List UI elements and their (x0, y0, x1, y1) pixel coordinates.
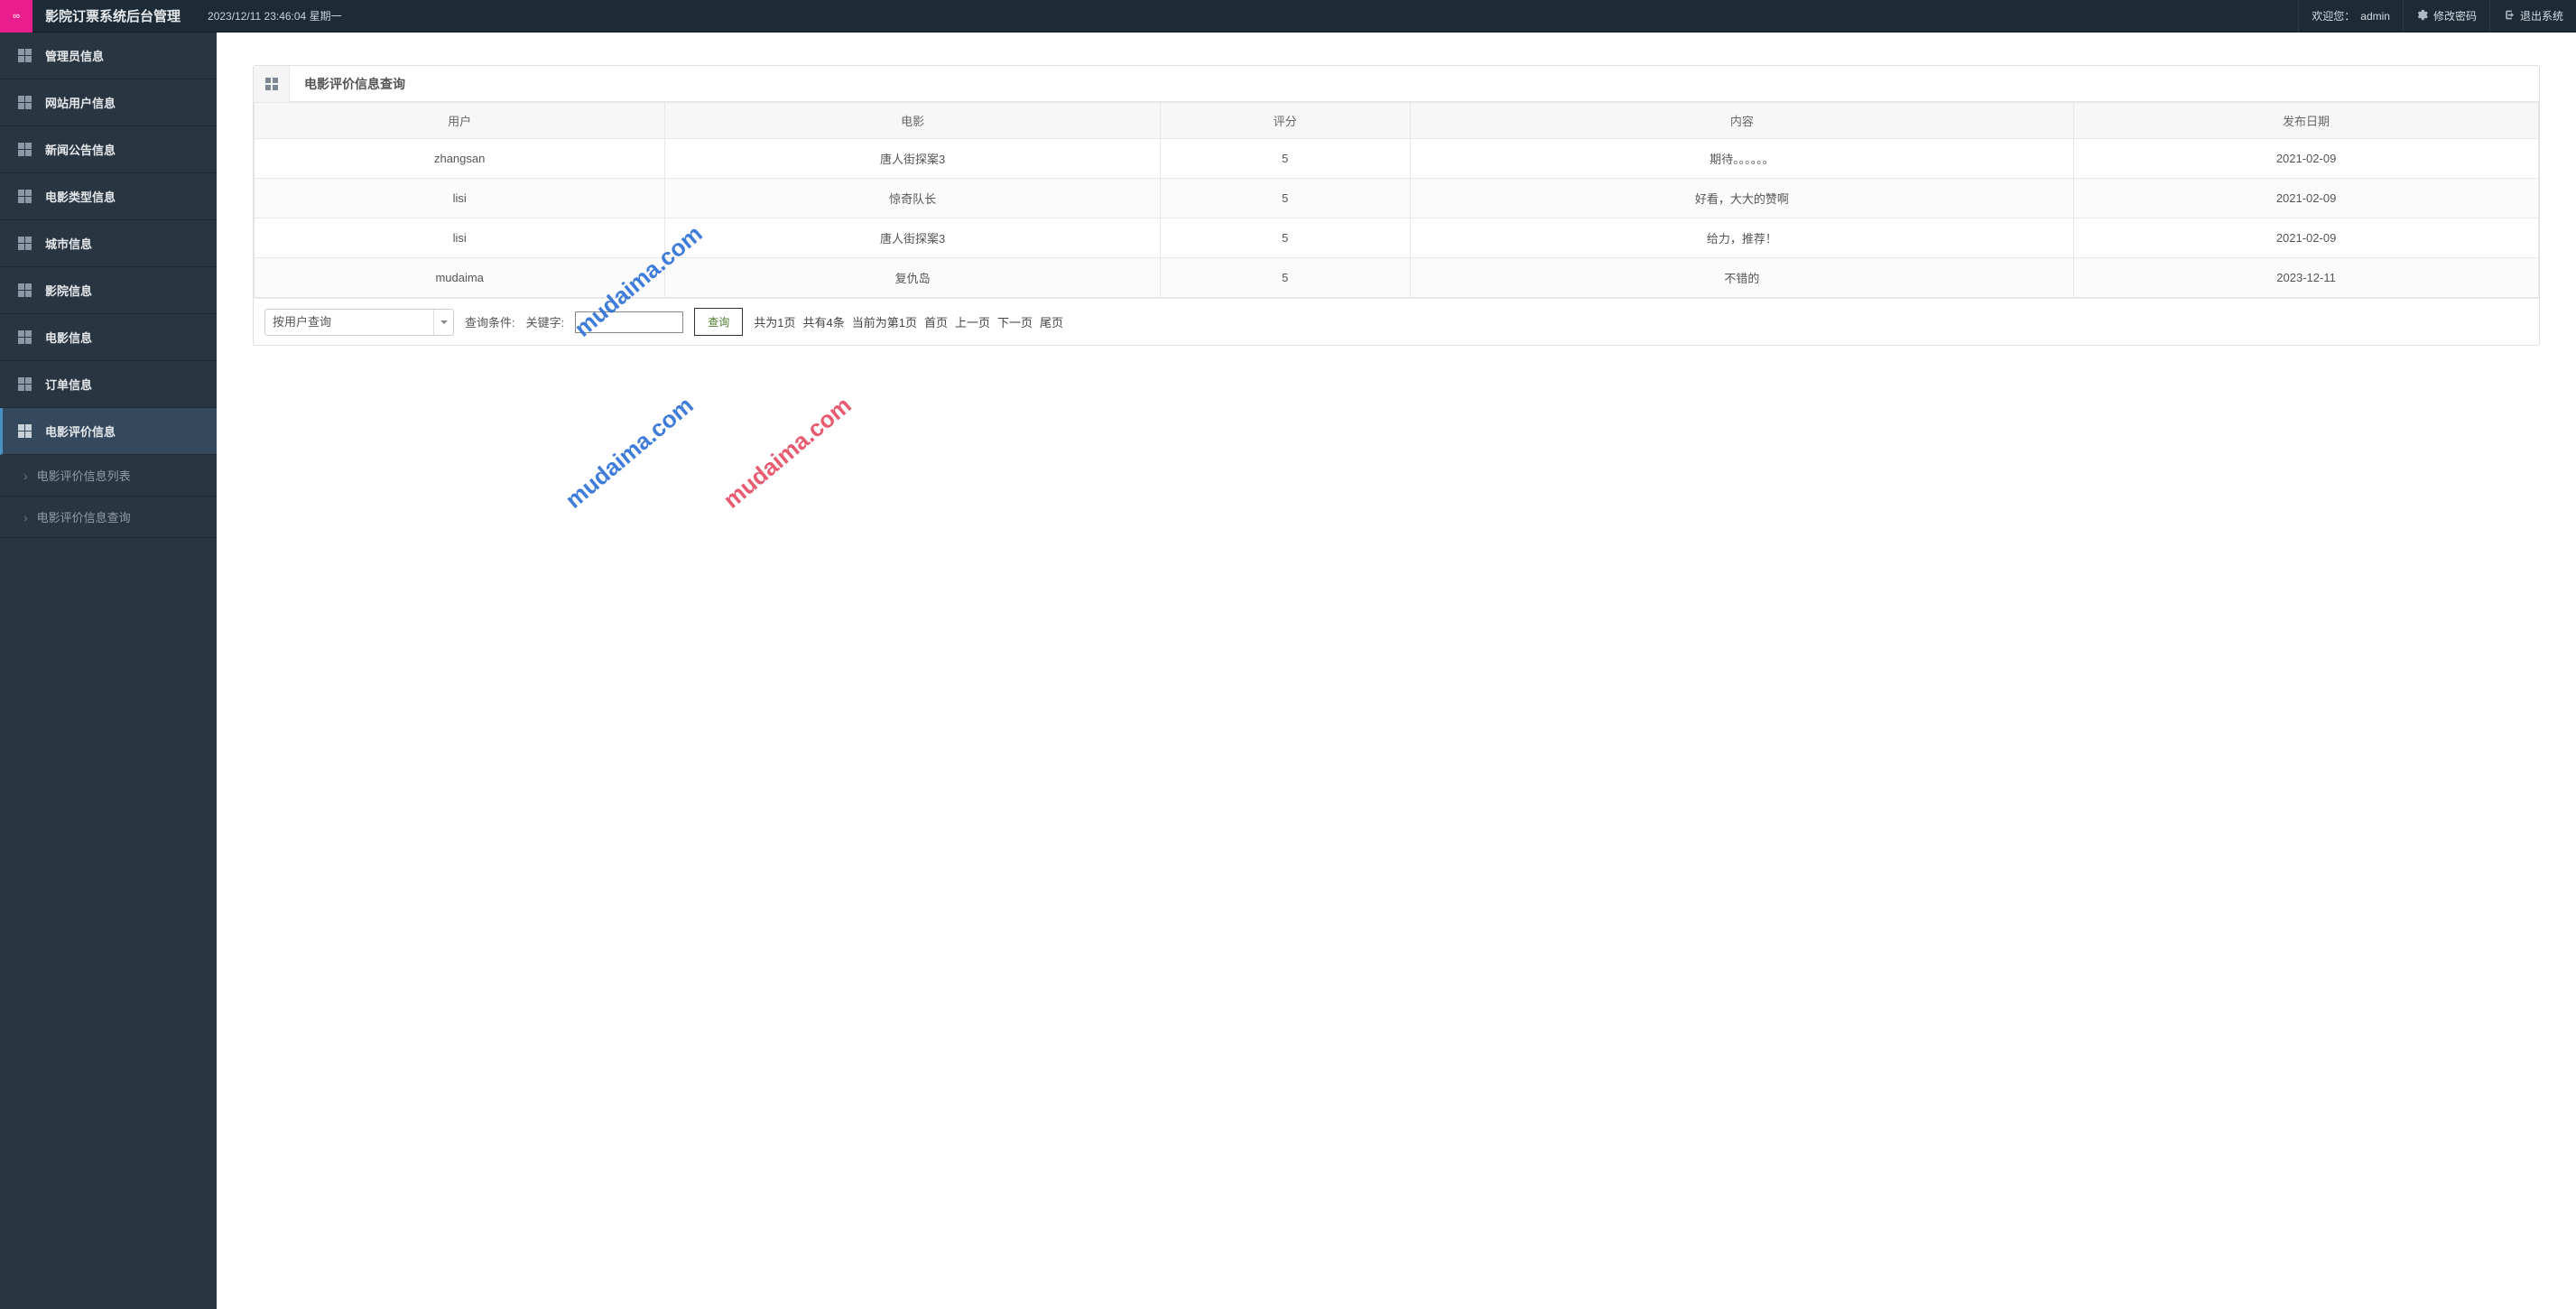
cell-score: 5 (1160, 139, 1410, 179)
welcome-prefix: 欢迎您： (2312, 8, 2355, 23)
sidebar-item-label: 管理员信息 (45, 47, 104, 64)
results-table: 用户 电影 评分 内容 发布日期 zhangsan 唐人街探案3 5 期待。。。… (254, 102, 2539, 298)
welcome-label: 欢迎您： admin (2298, 0, 2403, 32)
current-page: 当前为第1页 (852, 313, 917, 330)
cell-date: 2021-02-09 (2074, 218, 2539, 258)
grid-icon (18, 49, 32, 63)
sidebar-item-movies[interactable]: 电影信息 (0, 314, 217, 361)
cell-movie: 唐人街探案3 (665, 218, 1161, 258)
sidebar-item-reviews[interactable]: 电影评价信息 (0, 408, 217, 455)
col-date: 发布日期 (2074, 103, 2539, 139)
page-next[interactable]: 下一页 (997, 313, 1033, 330)
cell-content: 好看，大大的赞啊 (1410, 179, 2074, 218)
cell-movie: 惊奇队长 (665, 179, 1161, 218)
page-first[interactable]: 首页 (924, 313, 948, 330)
sidebar-item-label: 电影评价信息 (45, 422, 116, 440)
panel-title: 电影评价信息查询 (290, 75, 420, 93)
sidebar-item-label: 新闻公告信息 (45, 141, 116, 158)
table-row: lisi 唐人街探案3 5 给力，推荐！ 2021-02-09 (255, 218, 2539, 258)
main-content: 电影评价信息查询 用户 电影 评分 内容 发布日期 zhangsan 唐人街探案… (217, 32, 2576, 1309)
sidebar-sub-label: 电影评价信息查询 (37, 508, 131, 525)
col-score: 评分 (1160, 103, 1410, 139)
cell-score: 5 (1160, 218, 1410, 258)
sidebar-item-cinemas[interactable]: 影院信息 (0, 267, 217, 314)
query-button[interactable]: 查询 (694, 308, 743, 336)
cell-user: mudaima (255, 258, 665, 298)
welcome-user: admin (2360, 10, 2390, 23)
grid-icon (18, 96, 32, 110)
col-content: 内容 (1410, 103, 2074, 139)
sidebar-item-label: 订单信息 (45, 376, 92, 393)
cell-date: 2023-12-11 (2074, 258, 2539, 298)
sidebar-item-news[interactable]: 新闻公告信息 (0, 126, 217, 173)
change-password-button[interactable]: 修改密码 (2403, 0, 2489, 32)
app-header: ∞ 影院订票系统后台管理 2023/12/11 23:46:04 星期一 欢迎您… (0, 0, 2576, 32)
logout-button[interactable]: 退出系统 (2489, 0, 2576, 32)
results-panel: 电影评价信息查询 用户 电影 评分 内容 发布日期 zhangsan 唐人街探案… (253, 65, 2540, 346)
cell-score: 5 (1160, 258, 1410, 298)
gear-icon (2416, 9, 2428, 23)
watermark-text: mudaima.com (718, 391, 857, 514)
sidebar-item-label: 电影类型信息 (45, 188, 116, 205)
query-type-select[interactable]: 按用户查询 (264, 309, 454, 336)
sidebar-item-label: 网站用户信息 (45, 94, 116, 111)
grid-icon (18, 190, 32, 204)
cell-content: 给力，推荐！ (1410, 218, 2074, 258)
grid-icon (18, 143, 32, 157)
sidebar: 管理员信息 网站用户信息 新闻公告信息 电影类型信息 城市信息 影院信息 电影信… (0, 32, 217, 1309)
record-total: 共有4条 (803, 313, 845, 330)
keyword-input[interactable] (575, 311, 683, 333)
table-header-row: 用户 电影 评分 内容 发布日期 (255, 103, 2539, 139)
cell-user: lisi (255, 218, 665, 258)
cell-date: 2021-02-09 (2074, 179, 2539, 218)
header-datetime: 2023/12/11 23:46:04 星期一 (193, 8, 357, 23)
panel-header: 电影评价信息查询 (254, 66, 2539, 102)
cell-movie: 唐人街探案3 (665, 139, 1161, 179)
watermark-text: mudaima.com (560, 391, 699, 514)
page-prev[interactable]: 上一页 (955, 313, 990, 330)
sidebar-item-admin[interactable]: 管理员信息 (0, 32, 217, 79)
sidebar-item-orders[interactable]: 订单信息 (0, 361, 217, 408)
grid-icon (18, 283, 32, 298)
cell-date: 2021-02-09 (2074, 139, 2539, 179)
table-row: lisi 惊奇队长 5 好看，大大的赞啊 2021-02-09 (255, 179, 2539, 218)
sidebar-item-cities[interactable]: 城市信息 (0, 220, 217, 267)
grid-icon (254, 66, 290, 102)
sidebar-item-users[interactable]: 网站用户信息 (0, 79, 217, 126)
brand-title: 影院订票系统后台管理 (32, 6, 193, 25)
page-last[interactable]: 尾页 (1040, 313, 1063, 330)
sidebar-item-label: 城市信息 (45, 235, 92, 252)
sidebar-item-label: 电影信息 (45, 329, 92, 346)
brand-logo: ∞ (0, 0, 32, 32)
cell-user: lisi (255, 179, 665, 218)
page-total: 共为1页 (754, 313, 795, 330)
col-movie: 电影 (665, 103, 1161, 139)
sidebar-sub-review-list[interactable]: 电影评价信息列表 (0, 455, 217, 497)
cell-content: 不错的 (1410, 258, 2074, 298)
sidebar-sub-label: 电影评价信息列表 (37, 467, 131, 484)
query-toolbar: 按用户查询 查询条件: 关键字: 查询 共为1页 共有4条 当前为第1页 首页 … (254, 298, 2539, 345)
table-row: mudaima 复仇岛 5 不错的 2023-12-11 (255, 258, 2539, 298)
sidebar-item-label: 影院信息 (45, 282, 92, 299)
cell-content: 期待。。。。。。 (1410, 139, 2074, 179)
cell-user: zhangsan (255, 139, 665, 179)
grid-icon (18, 237, 32, 251)
query-cond-label: 查询条件: (465, 313, 515, 330)
logout-label: 退出系统 (2520, 8, 2563, 23)
table-row: zhangsan 唐人街探案3 5 期待。。。。。。 2021-02-09 (255, 139, 2539, 179)
pagination: 共为1页 共有4条 当前为第1页 首页 上一页 下一页 尾页 (754, 313, 1063, 330)
logout-icon (2503, 9, 2515, 23)
cell-score: 5 (1160, 179, 1410, 218)
grid-icon (18, 377, 32, 392)
change-password-label: 修改密码 (2433, 8, 2477, 23)
col-user: 用户 (255, 103, 665, 139)
sidebar-sub-review-query[interactable]: 电影评价信息查询 (0, 497, 217, 538)
keyword-label: 关键字: (526, 313, 565, 330)
query-type-select-wrap: 按用户查询 (264, 309, 454, 336)
cell-movie: 复仇岛 (665, 258, 1161, 298)
grid-icon (18, 330, 32, 345)
sidebar-item-movie-types[interactable]: 电影类型信息 (0, 173, 217, 220)
grid-icon (18, 424, 32, 439)
